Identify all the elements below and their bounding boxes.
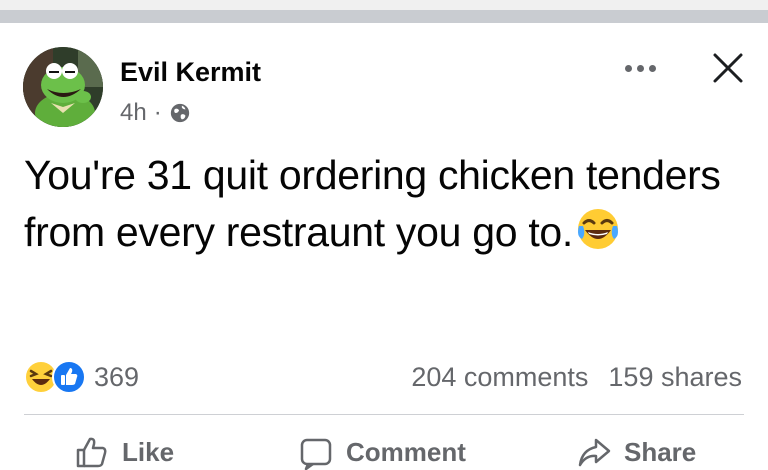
shares-count[interactable]: 159 shares <box>608 362 742 393</box>
engagement-counts: 204 comments 159 shares <box>411 362 742 393</box>
tears-of-joy-emoji-icon <box>578 209 619 249</box>
dot-icon <box>636 64 644 72</box>
dot-icon <box>624 64 632 72</box>
share-button[interactable]: Share <box>576 434 696 470</box>
meta-separator: · <box>153 99 162 126</box>
kermit-avatar-image <box>23 47 103 127</box>
avatar[interactable] <box>23 47 103 127</box>
reaction-count: 369 <box>94 361 140 392</box>
share-arrow-icon <box>578 438 611 467</box>
post-time[interactable]: 4h <box>120 99 147 127</box>
feed-divider <box>0 10 768 23</box>
dot-icon <box>648 64 656 72</box>
thumbs-up-outline-icon <box>76 437 107 468</box>
comment-bubble-icon <box>300 438 332 470</box>
comments-count[interactable]: 204 comments <box>411 362 588 393</box>
post-content: You're 31 quit ordering chicken tenders … <box>24 147 744 261</box>
reactions-summary[interactable]: 369 <box>24 360 139 394</box>
globe-icon <box>170 103 189 123</box>
like-button[interactable]: Like <box>74 434 174 470</box>
actions-divider <box>24 414 744 415</box>
author-name[interactable]: Evil Kermit <box>120 57 261 88</box>
post-meta: 4h · <box>120 99 191 127</box>
top-strip <box>0 0 768 10</box>
thumbs-up-icon <box>52 360 86 394</box>
comment-button[interactable]: Comment <box>298 434 466 470</box>
close-icon[interactable] <box>710 50 746 86</box>
more-options-button[interactable] <box>618 58 662 78</box>
